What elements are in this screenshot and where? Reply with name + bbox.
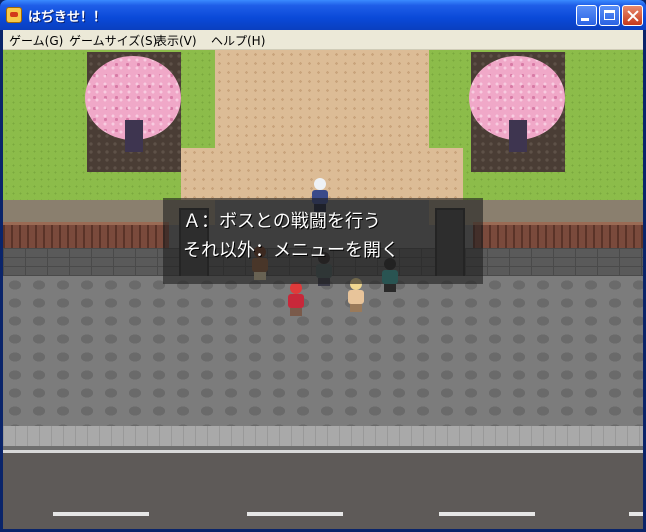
close-button[interactable] [622,5,643,26]
maximize-button[interactable] [599,5,620,26]
fence-left [3,222,169,248]
fence-right [473,222,643,248]
game-scene[interactable]: Ａ：ボスとの戦闘を行う それ以外：メニューを開く [3,50,643,529]
minimize-button[interactable] [576,5,597,26]
road-dash [629,512,643,516]
road-dash [53,512,149,516]
menu-view[interactable]: 表示(V) [155,32,197,49]
tree-trunk-right [509,120,527,152]
player-character [285,282,307,316]
window-title: はぢきせ！！ [28,10,107,25]
menu-game[interactable]: ゲーム(G) [9,32,63,49]
sidewalk [3,276,643,426]
menu-bar: ゲーム(G) ゲームサイズ(S) 表示(V) ヘルプ(H) [3,30,643,50]
road-dash [247,512,343,516]
dialog-line-fight-boss: Ａ：ボスとの戦闘を行う [183,211,381,232]
dirt-path [215,50,429,150]
title-bar[interactable]: はぢきせ！！ [0,0,646,30]
menu-help[interactable]: ヘルプ(H) [211,32,265,49]
game-window: はぢきせ！！ ゲーム(G) ゲームサイズ(S) 表示(V) ヘルプ(H) Ａ：ボ… [0,0,646,532]
road [3,453,643,529]
app-icon [6,7,22,23]
menu-game-size[interactable]: ゲームサイズ(S) [69,32,157,49]
dialog-line-open-menu: それ以外：メニューを開く [183,240,399,261]
curb [3,426,643,446]
message-dialog: Ａ：ボスとの戦闘を行う それ以外：メニューを開く [163,198,483,284]
tree-trunk-left [125,120,143,152]
road-dash [439,512,535,516]
